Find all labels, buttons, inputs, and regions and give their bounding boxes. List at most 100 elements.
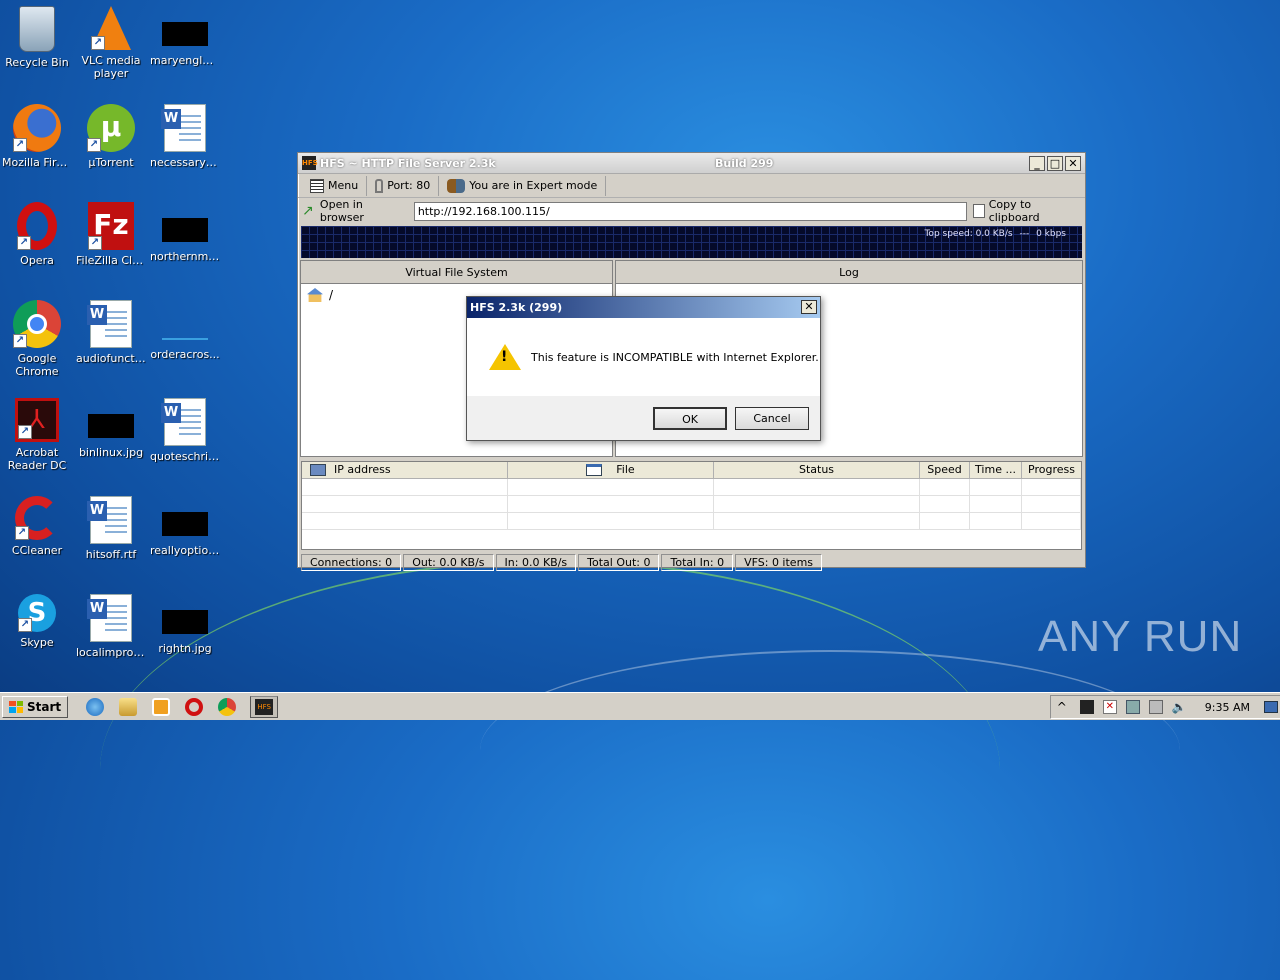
column-ip-address[interactable]: IP address [302, 462, 508, 478]
clock[interactable]: 9:35 AM [1205, 701, 1250, 714]
main-toolbar: Menu Port: 80 You are in Expert mode [298, 174, 1085, 198]
dialog-message: This feature is INCOMPATIBLE with Intern… [531, 350, 819, 364]
desktop-icon-binlinux[interactable]: binlinux.jpg [74, 398, 148, 459]
column-progress[interactable]: Progress [1022, 462, 1081, 478]
start-button[interactable]: Start [2, 695, 69, 718]
port-label: Port: 80 [387, 179, 431, 192]
status-total-out[interactable]: Total Out: 0 [578, 554, 660, 571]
taskbar-hfs-button[interactable]: HFS [250, 695, 279, 718]
desktop-icon-rightn[interactable]: rightn.jpg [148, 594, 222, 655]
ie-icon[interactable] [86, 697, 105, 716]
word-document-icon: W [87, 594, 132, 642]
window-icon [586, 464, 603, 476]
kbps-label: 0 kbps [1036, 229, 1066, 239]
desktop-icon-audiofuncti[interactable]: W audiofuncti... [74, 300, 148, 365]
media-player-icon[interactable] [152, 697, 171, 716]
graph-separator: --- [1019, 229, 1030, 239]
column-file[interactable]: File [508, 462, 714, 478]
desktop-icon-skype[interactable]: S ↗ Skype [0, 594, 74, 649]
desktop-icon-chrome[interactable]: ↗ Google Chrome [0, 300, 74, 378]
status-out[interactable]: Out: 0.0 KB/s [403, 554, 494, 571]
desktop-icon-firefox[interactable]: ↗ Mozilla Firefox [0, 104, 74, 169]
volume-icon[interactable]: 🔈 [1172, 700, 1187, 714]
acrobat-icon: ⅄ ↗ [15, 398, 59, 442]
desktop-icon-ccleaner[interactable]: ↗ CCleaner [0, 496, 74, 557]
desktop-icon-utorrent[interactable]: µ ↗ µTorrent [74, 104, 148, 169]
explorer-folder-icon[interactable] [119, 697, 138, 716]
chrome-taskbar-icon[interactable] [218, 697, 237, 716]
desktop-icon-label: northernmo... [150, 250, 222, 263]
word-document-icon: W [161, 398, 206, 446]
copy-to-clipboard-label: Copy to clipboard [988, 198, 1040, 224]
column-label: File [616, 463, 635, 476]
plug-icon [375, 178, 384, 193]
desktop-icon-label: reallyoption... [150, 544, 222, 557]
column-status[interactable]: Status [714, 462, 920, 478]
filezilla-icon: Fz ↗ [88, 202, 134, 250]
warning-icon: ! [489, 344, 521, 370]
open-in-browser-button[interactable]: ↗ Open in browser [302, 198, 414, 224]
word-document-icon: W [87, 496, 132, 544]
show-desktop-icon[interactable] [1264, 701, 1278, 713]
opera-taskbar-icon[interactable] [185, 697, 204, 716]
table-row [302, 479, 1081, 496]
watermark: ANY RUN [1038, 612, 1243, 661]
desktop-icon-maryenglan[interactable]: maryenglan... [148, 6, 222, 67]
desktop-icon-quoteschris[interactable]: W quoteschris.rtf [148, 398, 222, 463]
desktop-icon-label: Recycle Bin [5, 56, 69, 69]
window-titlebar[interactable]: HFS HFS ~ HTTP File Server 2.3k Build 29… [298, 153, 1085, 174]
connections-table[interactable]: IP address File Status Speed Time ... Pr… [301, 461, 1082, 550]
network-tray-icon[interactable] [1125, 700, 1140, 714]
desktop-icon-label: FileZilla Client [76, 254, 148, 267]
column-time[interactable]: Time ... [970, 462, 1022, 478]
desktop-icon-northernmo[interactable]: northernmo... [148, 202, 222, 263]
minimize-button[interactable]: _ [1029, 155, 1045, 171]
copy-to-clipboard-button[interactable]: Copy to clipboard [967, 198, 1085, 224]
desktop-icon-label: µTorrent [88, 156, 134, 169]
desktop-icon-filezilla[interactable]: Fz ↗ FileZilla Client [74, 202, 148, 267]
word-document-icon: W [87, 300, 132, 348]
dialog-close-button[interactable]: ✕ [801, 300, 817, 314]
desktop-icon-necessaryb[interactable]: W necessaryb... [148, 104, 222, 169]
connections-header: IP address File Status Speed Time ... Pr… [302, 462, 1081, 479]
desktop-icon-localimprove[interactable]: W localimprove... [74, 594, 148, 659]
desktop-icon-label: Mozilla Firefox [2, 156, 74, 169]
chevron-up-icon[interactable]: ^ [1057, 700, 1071, 714]
desktop-icon-hitsoff[interactable]: W hitsoff.rtf [74, 496, 148, 561]
desktop-icon-acrobat[interactable]: ⅄ ↗ Acrobat Reader DC [0, 398, 74, 472]
status-connections[interactable]: Connections: 0 [301, 554, 402, 571]
dialog-titlebar[interactable]: HFS 2.3k (299) ✕ [467, 297, 820, 318]
desktop-icon-label: localimprove... [76, 646, 148, 659]
desktop-icon-label: Google Chrome [15, 352, 59, 378]
hfs-taskbar-icon: HFS [255, 698, 274, 715]
desktop-icon-label: rightn.jpg [158, 642, 212, 655]
image-file-icon [162, 610, 208, 634]
device-tray-icon[interactable] [1148, 700, 1163, 714]
ok-button[interactable]: OK [653, 407, 727, 430]
recycle-bin-icon [19, 6, 55, 52]
desktop-icon-reallyoption[interactable]: reallyoption... [148, 496, 222, 557]
system-tray: ^ ✕ 🔈 9:35 AM [1049, 695, 1280, 719]
port-button[interactable]: Port: 80 [367, 175, 440, 196]
maximize-button[interactable]: □ [1047, 155, 1063, 171]
skype-icon: S ↗ [18, 594, 56, 632]
desktop-icon-orderacros[interactable]: orderacros... [148, 300, 222, 361]
hfs-tray-icon[interactable] [1079, 700, 1094, 714]
desktop-icon-recycle-bin[interactable]: Recycle Bin [0, 6, 74, 69]
column-speed[interactable]: Speed [920, 462, 970, 478]
desktop-icon-vlc[interactable]: ↗ VLC media player [74, 6, 148, 80]
clipboard-icon [972, 204, 985, 218]
close-button[interactable]: ✕ [1065, 155, 1081, 171]
menu-button[interactable]: Menu [302, 175, 368, 196]
status-vfs[interactable]: VFS: 0 items [735, 554, 823, 571]
file-icon [162, 512, 208, 536]
windows-flag-icon [9, 700, 23, 713]
status-total-in[interactable]: Total In: 0 [661, 554, 734, 571]
cancel-button[interactable]: Cancel [735, 407, 809, 430]
url-field[interactable] [413, 201, 967, 221]
status-in[interactable]: In: 0.0 KB/s [495, 554, 577, 571]
desktop-icon-opera[interactable]: ↗ Opera [0, 202, 74, 267]
expert-mode-button[interactable]: You are in Expert mode [439, 175, 607, 196]
ccleaner-icon: ↗ [15, 496, 59, 540]
action-center-icon[interactable]: ✕ [1102, 700, 1117, 714]
